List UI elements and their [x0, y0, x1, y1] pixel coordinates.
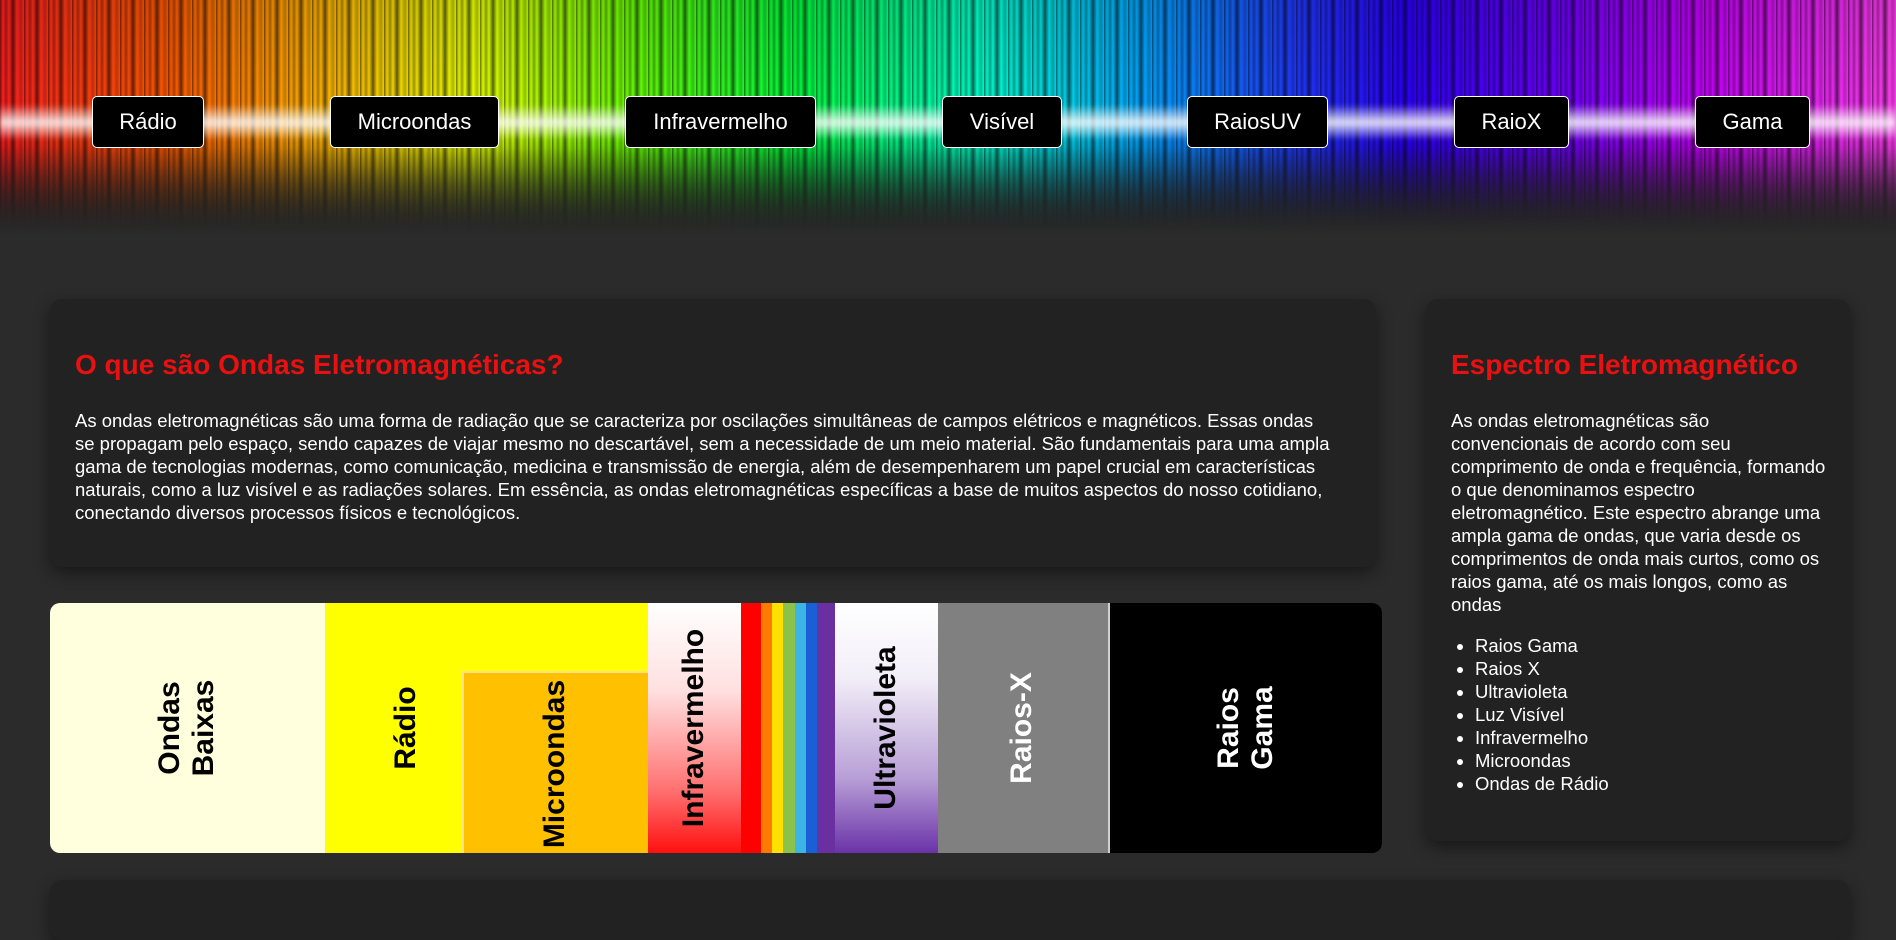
band-microondas: Microondas [462, 671, 648, 853]
label-ondas-baixas: Ondas Baixas [153, 679, 220, 777]
nav-button-gama[interactable]: Gama [1695, 96, 1810, 148]
intro-card: O que são Ondas Eletromagnéticas? As ond… [50, 299, 1376, 567]
band-ondas-baixas: Ondas Baixas [50, 603, 325, 853]
nav-button-visivel[interactable]: Visível [942, 96, 1062, 148]
intro-text: As ondas eletromagnéticas são uma forma … [75, 410, 1330, 523]
label-radio: Rádio [389, 686, 422, 770]
spectrum-image: Ondas Baixas Rádio Microondas Infraverme… [50, 603, 1382, 853]
label-infravermelho: Infravermelho [677, 628, 710, 828]
label-raios-x: Raios-X [1005, 672, 1038, 784]
list-item: Raios Gama [1475, 634, 1609, 657]
list-item: Microondas [1475, 749, 1609, 772]
band-visible-cyan [795, 603, 806, 853]
band-visible-blue [806, 603, 817, 853]
spectrum-text: As ondas eletromagnéticas são convencion… [1451, 410, 1826, 615]
nav-button-radio[interactable]: Rádio [92, 96, 204, 148]
nav-button-infravermelho[interactable]: Infravermelho [625, 96, 816, 148]
next-section-card [50, 880, 1850, 940]
spectrum-card: Espectro Eletromagnético As ondas eletro… [1426, 299, 1850, 841]
list-item: Ondas de Rádio [1475, 772, 1609, 795]
intro-title: O que são Ondas Eletromagnéticas? [75, 349, 564, 380]
band-visible-red [741, 603, 761, 853]
list-item: Raios X [1475, 657, 1609, 680]
list-item: Luz Visível [1475, 703, 1609, 726]
spectrum-header-banner: Rádio Microondas Infravermelho Visível R… [0, 0, 1896, 235]
label-ultravioleta: Ultravioleta [869, 646, 902, 810]
band-visible-yellow [772, 603, 783, 853]
band-visible-green [783, 603, 795, 853]
spectrum-title: Espectro Eletromagnético [1451, 349, 1798, 380]
nav-button-raiox[interactable]: RaioX [1454, 96, 1569, 148]
spectrum-list: Raios Gama Raios X Ultravioleta Luz Visí… [1453, 634, 1609, 795]
band-ultravioleta: Ultravioleta [835, 603, 938, 853]
nav-button-microondas[interactable]: Microondas [330, 96, 499, 148]
list-item: Ultravioleta [1475, 680, 1609, 703]
band-infravermelho: Infravermelho [648, 603, 741, 853]
band-visible-violet [817, 603, 835, 853]
nav-button-raiosuv[interactable]: RaiosUV [1187, 96, 1328, 148]
label-microondas: Microondas [538, 679, 571, 849]
band-visible-orange [761, 603, 772, 853]
band-raios-gama: Raios Gama [1110, 603, 1382, 853]
label-raios-gama: Raios Gama [1212, 686, 1279, 770]
list-item: Infravermelho [1475, 726, 1609, 749]
band-raios-x: Raios-X [938, 603, 1110, 853]
